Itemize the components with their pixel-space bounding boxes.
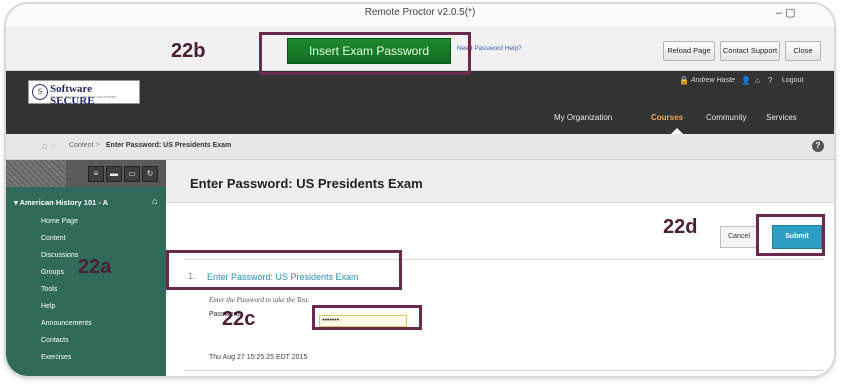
- annotation-label-22d: 22d: [663, 216, 698, 238]
- contact-support-button[interactable]: Contact Support: [720, 41, 780, 61]
- window-titlebar: Remote Proctor v2.0.5(*) – ▢: [6, 4, 834, 26]
- sidebar-item-exercises[interactable]: Exercises: [41, 354, 71, 361]
- course-home-icon[interactable]: ⌂: [152, 196, 157, 206]
- home-icon[interactable]: ⌂: [755, 76, 760, 85]
- breadcrumb-separator: >: [96, 142, 101, 149]
- page-title: Enter Password: US Presidents Exam: [190, 176, 423, 191]
- breadcrumb-home-icon[interactable]: ⌂ ◌: [42, 141, 55, 151]
- sidebar-item-contacts[interactable]: Contacts: [41, 337, 69, 344]
- sidebar-item-announcements[interactable]: Announcements: [41, 320, 92, 327]
- help-icon[interactable]: ?: [768, 76, 772, 85]
- annotation-box-22a: [166, 250, 402, 290]
- logout-link[interactable]: Logout: [782, 77, 803, 84]
- window-title: Remote Proctor v2.0.5(*): [364, 7, 476, 18]
- course-title-text: American History 101 - A: [19, 198, 109, 207]
- divider: [184, 370, 824, 371]
- annotation-label-22c: 22c: [222, 308, 256, 330]
- password-instructions: Enter the Password to take the Test.: [209, 296, 310, 304]
- refresh-icon[interactable]: ↻: [142, 166, 158, 182]
- folder-view-icon[interactable]: ▬: [106, 166, 122, 182]
- user-lock-icon: 🔒: [679, 76, 689, 85]
- breadcrumb: ⌂ ◌ Content > Enter Password: US Preside…: [6, 134, 834, 160]
- software-secure-logo[interactable]: S Software SECURE SECURE TESTING ANYTIME…: [28, 80, 140, 107]
- logo-tagline: SECURE TESTING ANYTIME ANYWHERE: [50, 95, 117, 99]
- screenshot-frame: Remote Proctor v2.0.5(*) – ▢ Insert Exam…: [6, 4, 834, 376]
- sidebar-item-discussions[interactable]: Discussions: [41, 252, 78, 259]
- tab-services[interactable]: Services: [766, 113, 797, 122]
- annotation-box-22d: [756, 214, 825, 256]
- window-view-icon[interactable]: ▭: [124, 166, 140, 182]
- sidebar-item-tools[interactable]: Tools: [41, 286, 57, 293]
- course-title[interactable]: ▾ American History 101 - A: [14, 198, 108, 207]
- annotation-box-22b: [259, 32, 471, 75]
- reload-page-button[interactable]: Reload Page: [663, 41, 715, 61]
- course-menu-tools: ≡ ▬ ▭ ↻: [6, 160, 166, 187]
- profile-icon[interactable]: 👤: [741, 76, 751, 85]
- tab-my-organization[interactable]: My Organization: [554, 113, 612, 122]
- site-header: S Software SECURE SECURE TESTING ANYTIME…: [6, 71, 834, 134]
- timestamp: Thu Aug 27 15:25:25 EDT 2015: [209, 354, 308, 361]
- annotation-box-22c: [312, 305, 422, 330]
- sidebar-item-home-page[interactable]: Home Page: [41, 218, 78, 225]
- page-help-icon[interactable]: ?: [812, 140, 824, 152]
- page-header: Enter Password: US Presidents Exam: [166, 160, 834, 203]
- list-view-icon[interactable]: ≡: [88, 166, 104, 182]
- close-button[interactable]: Close: [785, 41, 821, 61]
- tab-courses[interactable]: Courses: [651, 113, 683, 122]
- breadcrumb-current: Enter Password: US Presidents Exam: [106, 142, 232, 149]
- breadcrumb-content[interactable]: Content: [69, 142, 94, 149]
- annotation-label-22b: 22b: [171, 40, 206, 62]
- cancel-button[interactable]: Cancel: [720, 226, 758, 248]
- sidebar-item-content[interactable]: Content: [41, 235, 66, 242]
- sidebar-item-help[interactable]: Help: [41, 303, 55, 310]
- logo-mark-icon: S: [32, 84, 48, 100]
- menu-grip: [6, 160, 66, 187]
- tab-community[interactable]: Community: [706, 113, 746, 122]
- annotation-label-22a: 22a: [78, 256, 112, 278]
- window-controls[interactable]: – ▢: [776, 6, 796, 19]
- user-name[interactable]: Andrew Haste: [691, 77, 735, 84]
- sidebar-item-groups[interactable]: Groups: [41, 269, 64, 276]
